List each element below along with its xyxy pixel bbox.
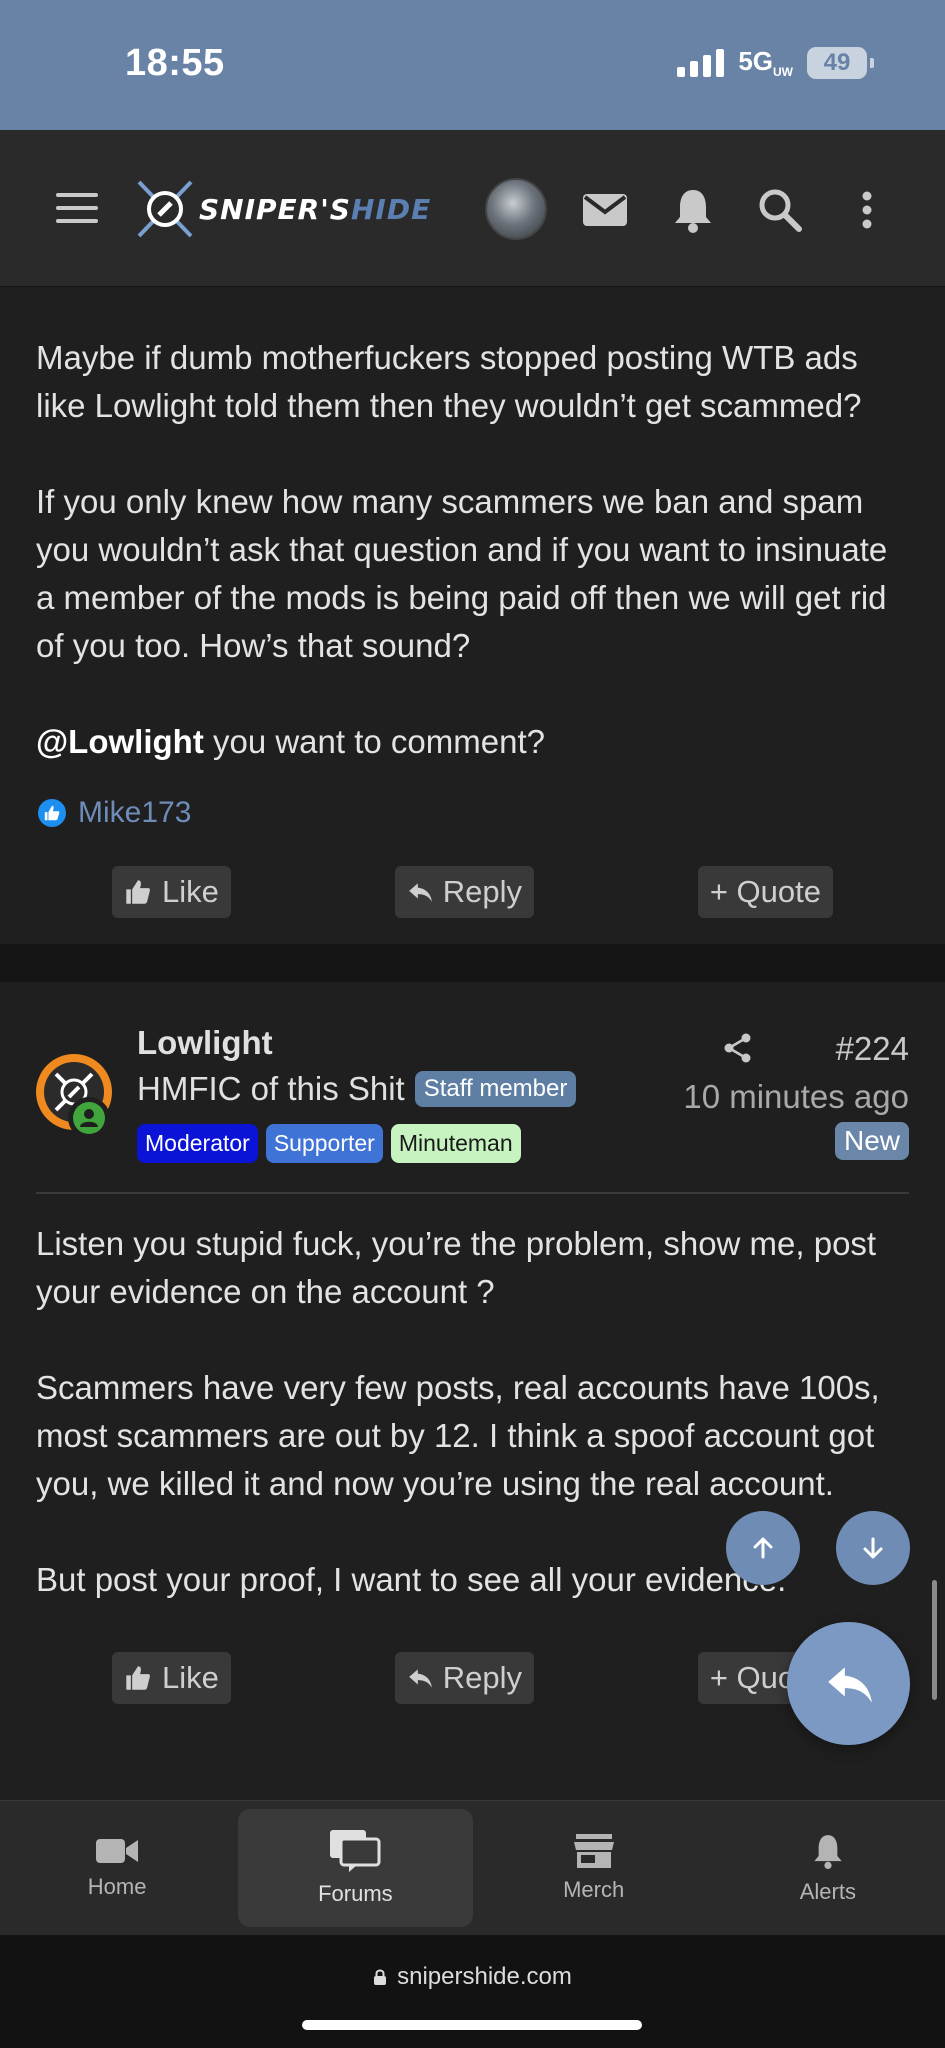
browser-url-bar[interactable]: snipershide.com xyxy=(0,1935,945,2048)
post-paragraph: But post your proof, I want to see all y… xyxy=(36,1561,787,1598)
post: Maybe if dumb motherfuckers stopped post… xyxy=(0,287,945,944)
scroll-down-button[interactable] xyxy=(836,1511,910,1585)
like-button[interactable]: Like xyxy=(112,866,231,918)
site-logo[interactable]: SNIPER'SHIDE xyxy=(135,178,435,240)
thumbs-up-icon xyxy=(126,1666,150,1690)
tab-merch[interactable]: Merch xyxy=(477,1801,711,1935)
post-separator xyxy=(0,944,945,982)
logo-text: SNIPER'SHIDE xyxy=(199,192,432,226)
post-header: Lowlight HMFIC of this Shit Staff member… xyxy=(0,982,945,1192)
hamburger-menu-icon[interactable] xyxy=(56,193,98,223)
logo-crosshair-icon xyxy=(137,180,193,238)
post-paragraph: Maybe if dumb motherfuckers stopped post… xyxy=(36,339,862,424)
tab-forums[interactable]: Forums xyxy=(238,1809,473,1927)
arrow-up-icon xyxy=(753,1537,773,1559)
lock-icon xyxy=(374,1969,387,1985)
post-paragraph: If you only knew how many scammers we ba… xyxy=(36,483,888,664)
home-indicator[interactable] xyxy=(302,2020,642,2030)
thumbs-up-icon xyxy=(126,880,150,904)
status-bar: 18:55 5GUW 49 xyxy=(0,0,945,130)
post-timestamp[interactable]: 10 minutes ago xyxy=(683,1078,909,1116)
battery-icon: 49 xyxy=(807,46,874,79)
like-button[interactable]: Like xyxy=(112,1652,231,1704)
author-title: HMFIC of this Shit Staff member xyxy=(137,1070,577,1108)
post-body: Maybe if dumb motherfuckers stopped post… xyxy=(0,334,945,766)
reply-icon xyxy=(408,883,432,902)
divider xyxy=(36,1192,909,1194)
reply-icon xyxy=(827,1666,872,1703)
post-body: Listen you stupid fuck, you’re the probl… xyxy=(0,1220,945,1604)
bottom-tab-bar: Home Forums Merch Alerts xyxy=(0,1800,945,1935)
status-indicators: 5GUW 49 xyxy=(677,46,874,80)
share-icon[interactable] xyxy=(722,1032,754,1064)
signal-icon xyxy=(677,48,725,77)
user-banners: Moderator Supporter Minuteman xyxy=(137,1124,521,1163)
post-paragraph: Listen you stupid fuck, you’re the probl… xyxy=(36,1225,877,1310)
quick-reply-button[interactable] xyxy=(787,1622,910,1745)
status-time: 18:55 xyxy=(125,42,225,84)
new-badge: New xyxy=(834,1122,909,1160)
minuteman-badge: Minuteman xyxy=(390,1124,521,1163)
mail-icon[interactable] xyxy=(580,185,630,235)
post-actions: Like Reply + Quote xyxy=(0,866,945,944)
reactor-name-link[interactable]: Mike173 xyxy=(78,796,191,830)
moderator-badge: Moderator xyxy=(137,1124,258,1163)
post: Lowlight HMFIC of this Shit Staff member… xyxy=(0,982,945,1704)
search-icon[interactable] xyxy=(755,185,805,235)
forums-icon xyxy=(330,1830,381,1872)
supporter-badge: Supporter xyxy=(265,1124,383,1163)
store-icon xyxy=(573,1834,614,1868)
bell-icon[interactable] xyxy=(668,185,718,235)
url-display[interactable]: snipershide.com xyxy=(0,1963,945,1991)
online-status-icon xyxy=(68,1097,110,1139)
thread-content: Maybe if dumb motherfuckers stopped post… xyxy=(0,287,945,1704)
more-vertical-icon[interactable] xyxy=(842,185,892,235)
user-mention-link[interactable]: @Lowlight xyxy=(36,723,204,760)
post-paragraph: @Lowlight you want to comment? xyxy=(36,723,545,760)
author-name-link[interactable]: Lowlight xyxy=(137,1024,273,1062)
scrollbar[interactable] xyxy=(932,1580,937,1700)
tab-alerts[interactable]: Alerts xyxy=(711,1801,945,1935)
video-camera-icon xyxy=(96,1839,139,1863)
tab-home[interactable]: Home xyxy=(0,1801,234,1935)
reply-button[interactable]: Reply xyxy=(394,866,534,918)
arrow-down-icon xyxy=(863,1537,883,1559)
reply-button[interactable]: Reply xyxy=(394,1652,534,1704)
like-reaction-icon xyxy=(36,797,68,829)
post-paragraph: Scammers have very few posts, real accou… xyxy=(36,1369,880,1502)
staff-member-badge: Staff member xyxy=(414,1071,577,1107)
app-header: SNIPER'SHIDE xyxy=(0,130,945,287)
reply-icon xyxy=(408,1669,432,1688)
network-label: 5GUW xyxy=(738,46,793,80)
user-avatar[interactable] xyxy=(485,178,547,240)
quote-button[interactable]: + Quote xyxy=(697,866,833,918)
post-number-link[interactable]: #224 xyxy=(836,1030,909,1068)
bell-icon xyxy=(814,1835,842,1869)
scroll-up-button[interactable] xyxy=(726,1511,800,1585)
reactions-bar[interactable]: Mike173 xyxy=(0,796,945,830)
